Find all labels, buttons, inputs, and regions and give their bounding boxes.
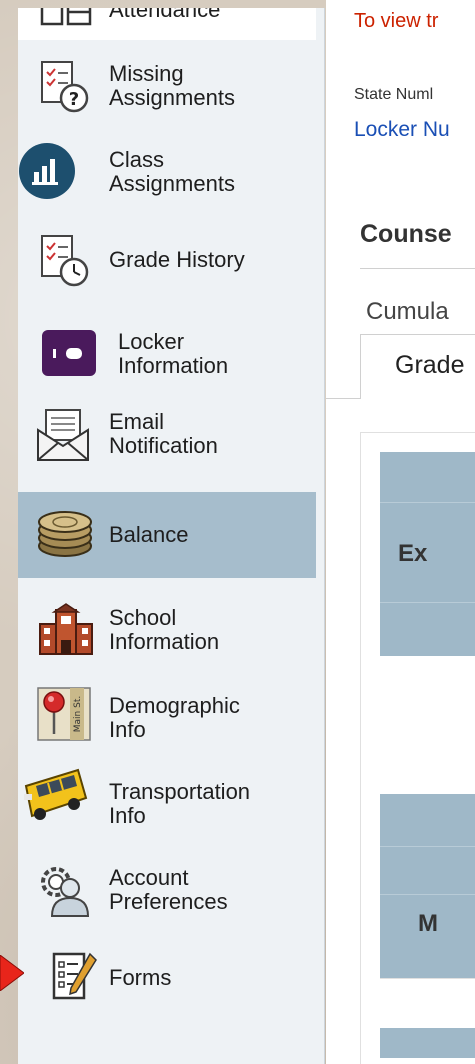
sidebar-item-label: Demographic Info xyxy=(109,693,240,742)
table-header-divider xyxy=(380,502,475,503)
svg-text:?: ? xyxy=(69,89,79,110)
main-content: To view tr State Numl Locker Nu Counse C… xyxy=(326,0,475,1064)
sidebar-item-label: Email Notification xyxy=(109,409,218,458)
sidebar-item-school-information[interactable]: School Information xyxy=(18,596,316,660)
sidebar-item-label: Account Preferences xyxy=(109,865,228,914)
tab-bar-line xyxy=(326,398,360,399)
coins-icon xyxy=(36,510,94,560)
account-icon xyxy=(36,862,92,918)
sidebar-item-label: Grade History xyxy=(109,247,245,272)
sidebar-item-label: School Information xyxy=(109,605,220,654)
sidebar-item-label: Balance xyxy=(109,522,189,547)
attendance-icon xyxy=(38,8,94,30)
table-row xyxy=(380,978,475,1029)
table-header-divider xyxy=(380,894,475,895)
sidebar-item-transportation-info[interactable]: Transportation Info xyxy=(18,760,316,834)
sidebar-nav: Attendance ? Missing Assignments Class A… xyxy=(18,8,325,1064)
sidebar-item-label: Attendance xyxy=(109,8,221,22)
sidebar-item-grade-history[interactable]: Grade History xyxy=(18,230,316,292)
table-header: M xyxy=(380,794,475,978)
divider xyxy=(360,268,475,269)
sidebar-item-label: Locker Information xyxy=(118,329,229,378)
sidebar-item-label: Forms xyxy=(109,965,172,990)
column-header: M xyxy=(418,910,438,937)
table-header: Ex xyxy=(380,452,475,656)
school-icon xyxy=(38,602,94,656)
notice-text: To view tr xyxy=(354,10,439,32)
column-header: Ex xyxy=(398,540,428,567)
sidebar-item-forms[interactable]: Forms xyxy=(18,944,316,1010)
sidebar-item-missing-assignments[interactable]: ? Missing Assignments xyxy=(18,56,316,118)
sidebar-item-locker-information[interactable]: Locker Information xyxy=(18,322,316,388)
sidebar-item-label: Class Assignments xyxy=(109,147,235,196)
sidebar-item-label: Transportation Info xyxy=(109,779,251,828)
school-bus-icon xyxy=(20,764,90,822)
class-assignments-icon xyxy=(18,142,76,200)
annotation-arrow-icon xyxy=(0,955,24,991)
sidebar-item-account-preferences[interactable]: Account Preferences xyxy=(18,854,316,922)
map-pin-icon: Main St. xyxy=(36,684,92,742)
sidebar-item-balance[interactable]: Balance xyxy=(18,492,316,578)
tab-label: Grade xyxy=(395,351,465,379)
sidebar-item-email-notification[interactable]: Email Notification xyxy=(18,402,316,466)
email-icon xyxy=(36,406,90,462)
locker-number-link[interactable]: Locker Nu xyxy=(354,118,450,142)
table-header-divider xyxy=(380,602,475,603)
counselor-heading: Counse xyxy=(360,220,452,248)
table-header-divider xyxy=(380,846,475,847)
forms-icon xyxy=(50,950,98,1004)
tab-grade[interactable]: Grade xyxy=(360,334,475,399)
sidebar-item-demographic-info[interactable]: Main St. Demographic Info xyxy=(18,680,316,746)
sidebar-item-class-assignments[interactable]: Class Assignments xyxy=(18,142,316,206)
table-row xyxy=(380,1028,475,1058)
cumulative-label: Cumula xyxy=(366,298,449,325)
svg-text:Main St.: Main St. xyxy=(73,696,83,732)
locker-icon xyxy=(40,328,98,378)
missing-assignments-icon: ? xyxy=(38,60,92,114)
grade-history-icon xyxy=(38,234,92,288)
state-number-label: State Numl xyxy=(354,86,434,103)
sidebar-item-label: Missing Assignments xyxy=(109,61,235,110)
sidebar-item-attendance[interactable]: Attendance xyxy=(18,8,316,40)
